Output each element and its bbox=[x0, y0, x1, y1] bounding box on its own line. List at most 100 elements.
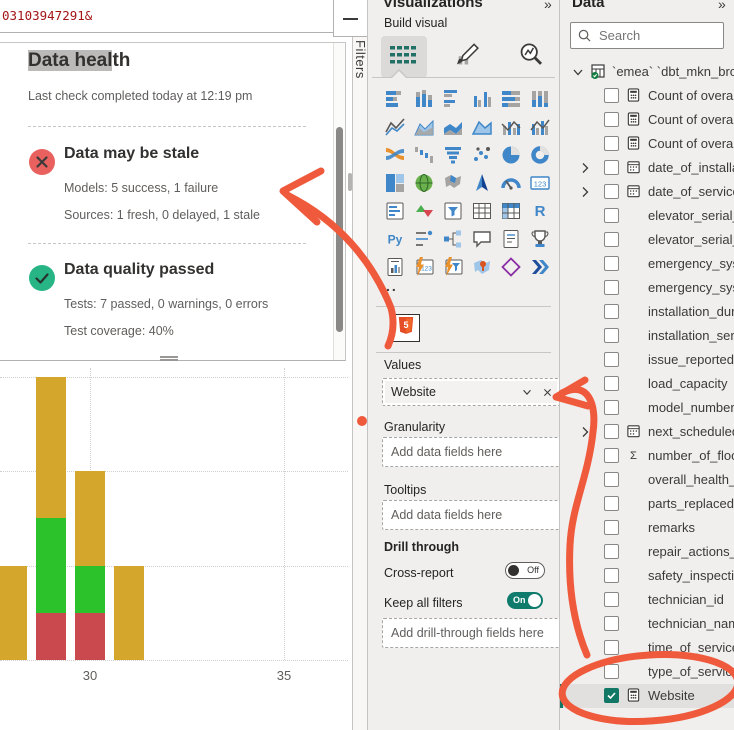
field-row[interactable]: elevator_serial_.. bbox=[560, 228, 734, 252]
slicer-icon[interactable] bbox=[441, 199, 465, 223]
bar-segment-series-yellow[interactable] bbox=[36, 377, 66, 519]
field-checkbox[interactable] bbox=[604, 112, 619, 127]
treemap-icon[interactable] bbox=[383, 171, 407, 195]
field-checkbox[interactable] bbox=[604, 568, 619, 583]
bar-segment-series-green[interactable] bbox=[36, 518, 66, 613]
collapse-pane-icon[interactable]: » bbox=[544, 0, 552, 12]
donut-chart-icon[interactable] bbox=[528, 143, 552, 167]
cross-report-toggle[interactable]: Off bbox=[505, 562, 545, 579]
field-row[interactable]: overall_health_c. bbox=[560, 468, 734, 492]
field-row[interactable]: date_of_service bbox=[560, 180, 734, 204]
filled-map-icon[interactable] bbox=[441, 171, 465, 195]
field-checkbox[interactable] bbox=[604, 352, 619, 367]
field-row[interactable]: elevator_serial_.. bbox=[560, 204, 734, 228]
card-scrollbar-thumb[interactable] bbox=[336, 127, 343, 332]
url-text[interactable]: 03103947291& bbox=[2, 8, 92, 23]
field-row[interactable]: load_capacity bbox=[560, 372, 734, 396]
chevron-right-icon[interactable] bbox=[577, 184, 593, 200]
canvas-top-right-control[interactable] bbox=[333, 0, 368, 37]
field-row[interactable]: next_scheduled.. bbox=[560, 420, 734, 444]
line-stacked-column-chart-icon[interactable] bbox=[499, 115, 523, 139]
bar-segment-series-yellow[interactable] bbox=[75, 471, 105, 566]
field-checkbox[interactable] bbox=[604, 520, 619, 535]
field-checkbox[interactable] bbox=[604, 688, 619, 703]
remove-field-icon[interactable] bbox=[537, 381, 557, 403]
field-checkbox[interactable] bbox=[604, 208, 619, 223]
decomposition-tree-icon[interactable] bbox=[441, 227, 465, 251]
scatter-chart-icon[interactable] bbox=[470, 143, 494, 167]
drill-through-well[interactable]: Add drill-through fields here bbox=[382, 618, 559, 648]
chevron-down-icon[interactable] bbox=[570, 64, 586, 80]
field-checkbox[interactable] bbox=[604, 400, 619, 415]
field-checkbox[interactable] bbox=[604, 304, 619, 319]
search-box[interactable] bbox=[570, 22, 724, 49]
field-checkbox[interactable] bbox=[604, 88, 619, 103]
solid-area-chart-icon[interactable] bbox=[470, 115, 494, 139]
field-checkbox[interactable] bbox=[604, 448, 619, 463]
clustered-bar-chart-icon[interactable] bbox=[441, 87, 465, 111]
field-row[interactable]: emergency_syst. bbox=[560, 276, 734, 300]
field-checkbox[interactable] bbox=[604, 616, 619, 631]
gauge-icon[interactable] bbox=[499, 171, 523, 195]
granularity-well[interactable]: Add data fields here bbox=[382, 437, 559, 467]
field-checkbox[interactable] bbox=[604, 472, 619, 487]
smart-narrative-icon[interactable] bbox=[499, 227, 523, 251]
field-row[interactable]: emergency_syst. bbox=[560, 252, 734, 276]
field-row[interactable]: technician_id bbox=[560, 588, 734, 612]
kpi-icon[interactable] bbox=[412, 199, 436, 223]
field-checkbox[interactable] bbox=[604, 160, 619, 175]
field-checkbox[interactable] bbox=[604, 496, 619, 511]
line-chart-icon[interactable] bbox=[383, 115, 407, 139]
key-influencers-icon[interactable] bbox=[412, 227, 436, 251]
field-checkbox[interactable] bbox=[604, 376, 619, 391]
values-well[interactable]: Website bbox=[382, 378, 559, 406]
html5-custom-visual[interactable]: 5 bbox=[392, 314, 420, 342]
power-automate-icon[interactable] bbox=[528, 255, 552, 279]
area-chart-icon[interactable] bbox=[412, 115, 436, 139]
pie-chart-icon[interactable] bbox=[499, 143, 523, 167]
hundred-stacked-column-chart-icon[interactable] bbox=[528, 87, 552, 111]
field-row[interactable]: type_of_service bbox=[560, 660, 734, 684]
r-script-visual-icon[interactable]: R bbox=[528, 199, 552, 223]
clustered-column-chart-icon[interactable] bbox=[470, 87, 494, 111]
matrix-icon[interactable] bbox=[499, 199, 523, 223]
bar-segment-series-green[interactable] bbox=[75, 566, 105, 613]
field-checkbox[interactable] bbox=[604, 664, 619, 679]
filters-pane-collapsed[interactable] bbox=[353, 37, 368, 730]
metrics-icon[interactable] bbox=[528, 227, 552, 251]
field-row[interactable]: time_of_service bbox=[560, 636, 734, 660]
chevron-right-icon[interactable] bbox=[577, 160, 593, 176]
paginated-report-icon[interactable] bbox=[383, 255, 407, 279]
keep-all-filters-toggle[interactable]: On bbox=[507, 592, 543, 609]
get-more-visuals[interactable]: .. bbox=[386, 278, 398, 294]
field-row[interactable]: repair_actions_t. bbox=[560, 540, 734, 564]
field-checkbox[interactable] bbox=[604, 280, 619, 295]
field-row[interactable]: Count of overal.. bbox=[560, 108, 734, 132]
map-icon[interactable] bbox=[412, 171, 436, 195]
field-row[interactable]: installation_dur.. bbox=[560, 300, 734, 324]
field-checkbox[interactable] bbox=[604, 256, 619, 271]
stacked-area-chart-icon[interactable] bbox=[441, 115, 465, 139]
filters-pane-label[interactable]: Filters bbox=[353, 40, 368, 79]
field-checkbox[interactable] bbox=[604, 184, 619, 199]
field-row[interactable]: remarks bbox=[560, 516, 734, 540]
field-checkbox[interactable] bbox=[604, 544, 619, 559]
field-row[interactable]: Count of overal.. bbox=[560, 132, 734, 156]
field-checkbox[interactable] bbox=[604, 424, 619, 439]
stacked-bar-chart-icon[interactable] bbox=[383, 87, 407, 111]
chevron-down-icon[interactable] bbox=[517, 381, 537, 403]
collapse-pane-icon[interactable]: » bbox=[718, 0, 726, 12]
field-row[interactable]: Σnumber_of_floo. bbox=[560, 444, 734, 468]
field-row[interactable]: safety_inspectio. bbox=[560, 564, 734, 588]
report-chart[interactable]: 3035 bbox=[0, 362, 353, 730]
bar-segment-series-yellow[interactable] bbox=[114, 566, 144, 661]
bar-segment-series-yellow[interactable] bbox=[0, 566, 27, 661]
field-row[interactable]: Count of overal.. bbox=[560, 84, 734, 108]
waterfall-chart-icon[interactable] bbox=[412, 143, 436, 167]
chevron-right-icon[interactable] bbox=[577, 424, 593, 440]
ribbon-chart-icon[interactable] bbox=[383, 143, 407, 167]
field-row[interactable]: `emea` `dbt_mkn_bron.. bbox=[560, 60, 734, 84]
field-row[interactable]: date_of_installa.. bbox=[560, 156, 734, 180]
field-checkbox[interactable] bbox=[604, 328, 619, 343]
power-apps-icon[interactable] bbox=[499, 255, 523, 279]
